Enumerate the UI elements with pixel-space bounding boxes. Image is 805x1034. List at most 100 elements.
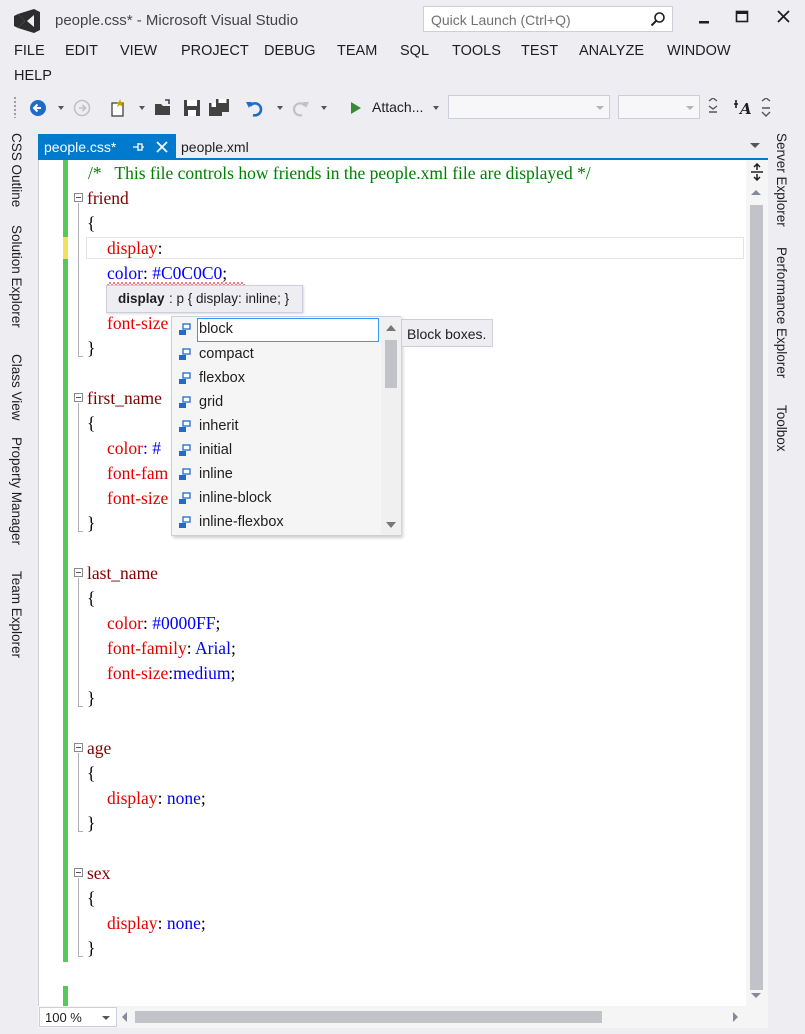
attach-button[interactable]: Attach... — [372, 99, 423, 115]
tab-people-xml[interactable]: people.xml — [181, 139, 249, 155]
menu-test[interactable]: TEST — [521, 43, 558, 59]
selector-sex: sex — [87, 863, 111, 883]
close-window-button[interactable] — [767, 6, 801, 30]
menu-bar: FILE EDIT VIEW PROJECT DEBUG TEAM SQL TO… — [0, 40, 805, 90]
open-file-icon[interactable] — [153, 98, 173, 118]
completion-item[interactable]: inline-block — [172, 487, 380, 511]
outline-collapse-friend[interactable] — [74, 193, 83, 202]
save-all-icon[interactable] — [208, 98, 230, 118]
property-manager-tab[interactable]: Property Manager — [9, 437, 24, 545]
toolbar-overflow-icon[interactable] — [706, 98, 720, 118]
horizontal-scroll-thumb[interactable] — [135, 1011, 602, 1023]
server-explorer-tab[interactable]: Server Explorer — [774, 133, 789, 227]
css-outline-tab[interactable]: CSS Outline — [9, 133, 24, 207]
undo-icon[interactable] — [245, 98, 265, 118]
rule-line: display: none; — [107, 788, 206, 808]
font-format-icon[interactable]: A — [733, 98, 755, 118]
selector-first-name: first_name — [87, 388, 162, 408]
menu-team[interactable]: TEAM — [337, 43, 377, 59]
menu-view[interactable]: VIEW — [120, 43, 157, 59]
start-debugging-icon[interactable] — [348, 98, 364, 118]
redo-dropdown-icon[interactable] — [321, 106, 327, 110]
menu-analyze[interactable]: ANALYZE — [579, 43, 644, 59]
outline-collapse-last-name[interactable] — [74, 568, 83, 577]
quick-launch-placeholder: Quick Launch (Ctrl+Q) — [431, 12, 571, 28]
navigate-forward-icon[interactable] — [72, 98, 92, 118]
minimize-button[interactable] — [687, 6, 721, 30]
save-icon[interactable] — [182, 98, 202, 118]
code-comment: /* This file controls how friends in the… — [88, 163, 591, 183]
outline-guide-end — [78, 531, 83, 532]
vertical-scroll-thumb[interactable] — [750, 205, 763, 990]
menu-sql[interactable]: SQL — [400, 43, 429, 59]
solution-explorer-tab[interactable]: Solution Explorer — [9, 225, 24, 328]
css-value-icon — [179, 348, 191, 360]
completion-scroll-up-icon[interactable] — [386, 325, 396, 331]
menu-edit[interactable]: EDIT — [65, 43, 98, 59]
completion-item[interactable]: inherit — [172, 415, 380, 439]
completion-description: Block boxes. — [407, 326, 487, 342]
scroll-down-icon[interactable] — [751, 993, 761, 998]
brace-close: } — [87, 688, 96, 708]
selector-friend: friend — [87, 188, 129, 208]
completion-scroll-thumb[interactable] — [385, 340, 397, 388]
menu-tools[interactable]: TOOLS — [452, 43, 501, 59]
rule-line: font-family: Arial; — [107, 638, 236, 658]
navigate-back-icon[interactable] — [28, 98, 48, 118]
menu-project[interactable]: PROJECT — [181, 43, 249, 59]
completion-scroll-down-icon[interactable] — [386, 522, 396, 528]
css-value-icon — [179, 492, 191, 504]
css-value-icon — [179, 420, 191, 432]
menu-debug[interactable]: DEBUG — [264, 43, 316, 59]
maximize-button[interactable] — [725, 6, 759, 30]
undo-dropdown-icon[interactable] — [277, 106, 283, 110]
redo-icon[interactable] — [290, 98, 310, 118]
pin-icon[interactable] — [131, 140, 145, 154]
outline-collapse-sex[interactable] — [74, 868, 83, 877]
completion-item[interactable]: inline-flexbox — [172, 511, 380, 535]
back-dropdown-icon[interactable] — [58, 106, 64, 110]
class-view-tab[interactable]: Class View — [9, 354, 24, 421]
menu-file[interactable]: FILE — [14, 43, 45, 59]
new-project-icon[interactable] — [109, 98, 129, 118]
quick-launch-input[interactable]: Quick Launch (Ctrl+Q) — [423, 6, 673, 32]
toolbar-options-icon[interactable] — [760, 98, 772, 118]
scroll-left-icon[interactable] — [122, 1012, 127, 1022]
tab-people-css-label: people.css* — [44, 139, 117, 155]
zoom-level-dropdown[interactable]: 100 % — [39, 1007, 117, 1027]
brace-open: { — [87, 213, 96, 233]
completion-item[interactable]: compact — [172, 343, 380, 367]
css-value-icon — [179, 396, 191, 408]
performance-explorer-tab[interactable]: Performance Explorer — [774, 247, 789, 378]
menu-help[interactable]: HELP — [14, 68, 52, 84]
rule-line: display: none; — [107, 913, 206, 933]
scroll-up-icon[interactable] — [751, 190, 761, 195]
brace-close: } — [87, 338, 96, 358]
visual-studio-logo-icon — [14, 9, 40, 33]
close-tab-icon[interactable] — [155, 140, 169, 154]
completion-item-selected[interactable]: block — [197, 318, 379, 342]
solution-platform-dropdown[interactable] — [618, 95, 700, 119]
rule-line: color: #0000FF; — [107, 613, 221, 633]
tab-people-css[interactable]: people.css* — [38, 134, 176, 160]
outline-collapse-first-name[interactable] — [74, 393, 83, 402]
toolbar-grip[interactable] — [13, 96, 17, 118]
outline-guide — [78, 203, 79, 356]
brace-open: { — [87, 588, 96, 608]
intellisense-completion-list[interactable]: block compact flexbox grid inherit initi… — [171, 316, 401, 536]
attach-dropdown-icon[interactable] — [433, 106, 439, 110]
new-dropdown-icon[interactable] — [139, 106, 145, 110]
solution-configuration-dropdown[interactable] — [448, 95, 610, 119]
completion-item[interactable]: inline — [172, 463, 380, 487]
completion-item[interactable]: flexbox — [172, 367, 380, 391]
current-line-highlight — [86, 237, 744, 259]
scroll-right-icon[interactable] — [733, 1012, 738, 1022]
team-explorer-tab[interactable]: Team Explorer — [9, 571, 24, 658]
completion-item[interactable]: grid — [172, 391, 380, 415]
tab-list-dropdown-icon[interactable] — [750, 143, 760, 148]
outline-collapse-age[interactable] — [74, 743, 83, 752]
completion-item[interactable]: initial — [172, 439, 380, 463]
toolbox-tab[interactable]: Toolbox — [774, 405, 789, 452]
menu-window[interactable]: WINDOW — [667, 43, 731, 59]
split-window-icon[interactable] — [749, 163, 765, 181]
